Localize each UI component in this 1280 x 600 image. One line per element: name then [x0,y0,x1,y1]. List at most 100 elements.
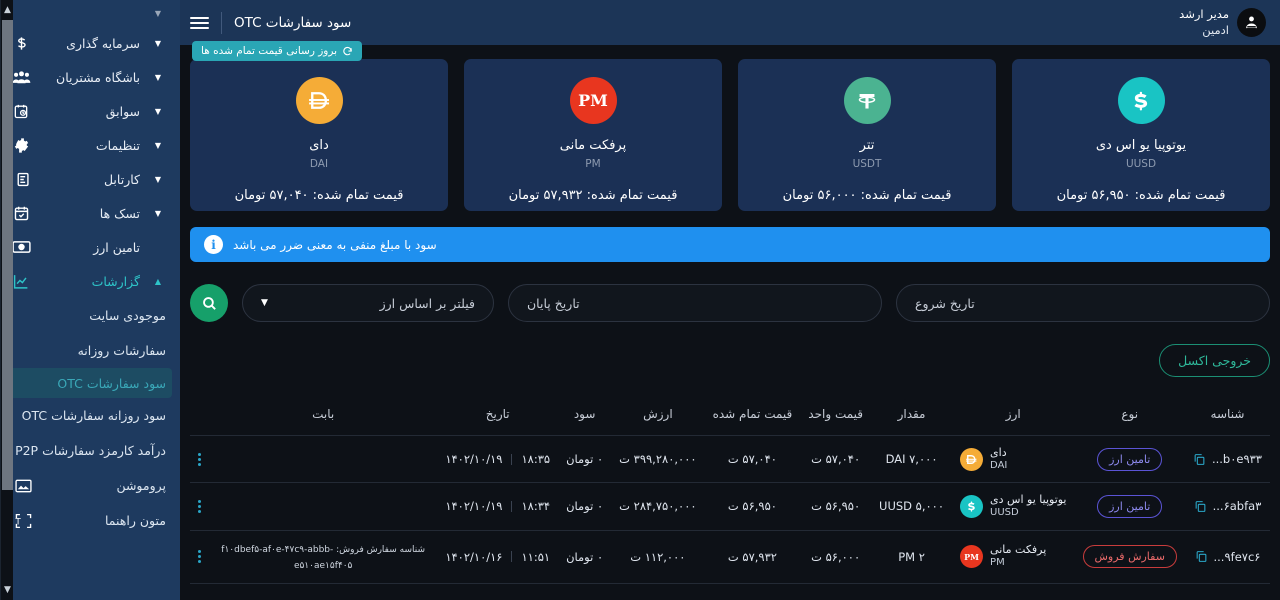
col-type[interactable]: نوع [1074,399,1185,436]
sidebar-sub-label: سفارشات روزانه [77,343,166,358]
text-frame-icon: T [12,513,34,529]
col-reason[interactable]: بابت [209,399,438,436]
sidebar-item-p2p-fee-income[interactable]: درآمد کارمزد سفارشات P2P [0,433,180,468]
sidebar-item-reports[interactable]: ▲ گزارشات [0,264,180,298]
dai-icon [960,447,984,471]
user-name: ادمین [1202,22,1229,37]
card-name: پرفکت مانی [559,138,627,153]
sidebar-item-settings[interactable]: ▼ تنظیمات [0,128,180,162]
price-card-uusd[interactable]: یوتوپیا یو اس دی UUSD قیمت تمام شده: ۵۶,… [1012,59,1270,211]
hamburger-icon[interactable] [190,16,209,29]
calendar-check-icon [10,205,32,222]
sidebar-item-label: سوابق [105,103,140,119]
col-id[interactable]: شناسه [1184,399,1270,436]
sidebar-item-tasks[interactable]: ▼ تسک ها [0,196,180,230]
cell-total-price: ۵۶,۹۵۰ ت [704,482,801,531]
scrollbar-thumb[interactable] [2,20,13,490]
chevron-down-icon: ▼ [154,140,162,150]
col-unit-price[interactable]: قیمت واحد [800,399,872,436]
sidebar-sub-label: درآمد کارمزد سفارشات P2P [15,443,166,458]
title-separator [221,11,222,34]
top-bar: مدیر ارشد ادمین سود سفارشات OTC [180,0,1280,45]
start-date-input[interactable]: تاریخ شروع [896,284,1270,322]
card-name: تتر [859,138,875,153]
row-currency-symbol: PM [990,557,1005,569]
cell-currency: پرفکت مانی PM PM [952,530,1075,584]
end-date-input[interactable]: تاریخ پایان [508,284,882,322]
sidebar-item-site-balance[interactable]: موجودی سایت [0,298,180,333]
sidebar-scrollbar[interactable]: ▲ ▼ [0,0,13,600]
currency-filter-select[interactable]: فیلتر بر اساس ارز ▼ [242,284,494,322]
chevron-down-icon: ▼ [154,106,162,116]
usdt-icon [843,77,891,124]
sidebar-item-history[interactable]: ▼ سوابق [0,94,180,128]
table-row[interactable]: ۶abfa۳... تامین ارز یوتوپیا یو اس دی UUS… [190,482,1270,531]
sidebar-item-label: سرمایه گذاری [66,35,140,51]
user-profile[interactable]: مدیر ارشد ادمین [1179,7,1266,38]
sidebar-item-sarmaye-gozari[interactable]: ▼ سرمایه گذاری [0,26,180,60]
col-total-price[interactable]: قیمت تمام شده [704,399,801,436]
table-head: شناسه نوع ارز مقدار قیمت واحد قیمت تمام … [190,399,1270,436]
copy-icon[interactable] [1194,500,1207,513]
row-currency-name: پرفکت مانی [990,543,1047,557]
chevron-down-icon: ▼ [154,208,162,218]
col-value[interactable]: ارزش [611,399,705,436]
col-actions [190,399,209,436]
col-date[interactable]: تاریخ [437,399,559,436]
uusd-icon [960,494,984,518]
cell-id: ۶abfa۳... [1184,482,1270,531]
row-menu-icon[interactable] [198,499,201,513]
cell-unit-price: ۵۷,۰۴۰ ت [800,435,872,484]
cell-reason: شناسه سفارش فروش: f۱۰dbef۵-af۰e-۴۷c۹-abb… [209,530,438,584]
refresh-prices-button[interactable]: بروز رسانی قیمت تمام شده ها [192,41,363,61]
refresh-icon [343,46,352,55]
sidebar-item-currency-supply[interactable]: تامین ارز [0,230,180,264]
chart-line-icon [10,273,32,290]
users-icon [10,70,32,85]
row-date: ۱۴۰۲/۱۰/۱۶ [445,549,503,564]
excel-export-button[interactable]: خروجی اکسل [1159,344,1270,377]
cell-actions [190,530,209,584]
sidebar-item-daily-orders[interactable]: سفارشات روزانه [0,333,180,368]
dai-icon [295,77,343,124]
sidebar-item-kartabl[interactable]: ▼ کارتابل ? [0,162,180,196]
table-row[interactable]: ۹fe۷c۶... سفارش فروش پرفکت مانی PM PM PM… [190,530,1270,584]
table-row[interactable]: b۰e۹۳۳... تامین ارز دای DAI DAI ۷,۰۰۰ ۵۷… [190,435,1270,484]
cell-currency: یوتوپیا یو اس دی UUSD [952,482,1075,531]
sidebar-item-customer-club[interactable]: ▼ باشگاه مشتریان [0,60,180,94]
sidebar-item-investment[interactable]: ▼ [0,0,180,26]
search-button[interactable] [190,284,228,322]
gear-icon [10,137,32,154]
row-currency-name: دای [990,446,1007,459]
row-id: b۰e۹۳۳... [1211,452,1262,467]
sidebar-item-help-texts[interactable]: متون راهنما T [0,503,180,538]
info-icon: i [204,235,223,254]
sidebar-item-otc-orders-profit[interactable]: سود سفارشات OTC [8,368,172,398]
sidebar-item-label: تنظیمات [95,137,140,153]
col-profit[interactable]: سود [558,399,612,436]
card-symbol: UUSD [1125,158,1157,170]
sidebar-item-otc-daily-profit[interactable]: سود روزانه سفارشات OTC [0,398,180,433]
clipboard-question-icon: ? [10,171,32,188]
card-price: قیمت تمام شده: ۵۷,۰۴۰ تومان [234,188,404,203]
cell-id: b۰e۹۳۳... [1184,435,1270,484]
refresh-label: بروز رسانی قیمت تمام شده ها [201,45,338,57]
cell-value: ۱۱۲,۰۰۰ ت [611,530,705,584]
copy-icon[interactable] [1195,550,1208,563]
col-currency[interactable]: ارز [952,399,1075,436]
scroll-down-icon[interactable]: ▼ [1,580,14,600]
cell-amount: PM ۲ [871,530,953,584]
price-card-usdt[interactable]: تتر USDT قیمت تمام شده: ۵۶,۰۰۰ تومان [738,59,996,211]
row-menu-icon[interactable] [198,452,201,466]
price-card-dai[interactable]: دای DAI قیمت تمام شده: ۵۷,۰۴۰ تومان [190,59,448,211]
cell-unit-price: ۵۶,۰۰۰ ت [800,530,872,584]
col-amount[interactable]: مقدار [871,399,953,436]
cell-profit: ۰ تومان [558,482,612,531]
price-card-pm[interactable]: PM پرفکت مانی PM قیمت تمام شده: ۵۷,۹۳۲ ت… [464,59,722,211]
money-icon [10,240,32,254]
row-menu-icon[interactable] [198,550,201,564]
copy-icon[interactable] [1193,453,1206,466]
cell-date: ۱۴۰۲/۱۰/۱۹ ۱۸:۳۴ [437,482,559,531]
sidebar-item-promotion[interactable]: پروموشن [0,468,180,503]
card-symbol: PM [585,158,601,170]
